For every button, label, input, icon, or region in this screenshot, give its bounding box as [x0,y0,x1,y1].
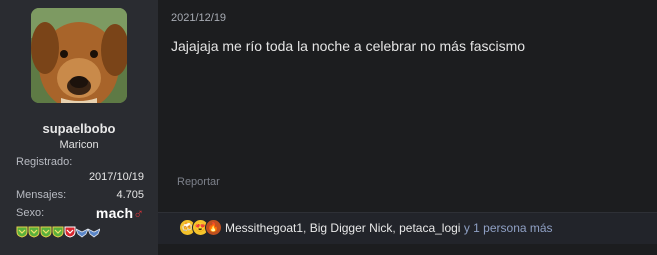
avatar[interactable] [31,8,127,103]
messages-label: Mensajes: [16,189,67,201]
reaction-users: Messithegoat1, Big Digger Nick, petaca_l… [225,221,553,235]
reactions-bar: 🍻 😍 🔥 Messithegoat1, Big Digger Nick, pe… [158,212,657,244]
reaction-more-link[interactable]: y 1 persona más [464,221,553,235]
username[interactable]: supaelbobo [0,121,158,136]
fire-icon: 🔥 [205,219,222,236]
shield-red-badge-icon [64,226,76,238]
forum-post: supaelbobo Maricon Registrado: 2017/10/1… [0,0,657,255]
wings-blue-badge-icon [88,228,100,238]
registered-value: 2017/10/19 [88,171,144,183]
user-badges [16,226,100,238]
reaction-icons[interactable]: 🍻 😍 🔥 [179,219,222,236]
user-title: Maricon [59,139,99,151]
sex-value-text: mach [95,205,134,221]
post-date[interactable]: 2021/12/19 [171,12,226,24]
post-message: Jajajaja me río toda la noche a celebrar… [171,38,526,54]
registered-label: Registrado: [16,156,73,168]
reaction-user-2[interactable]: Big Digger Nick [310,221,393,235]
sex-value: mach♂ [96,205,144,221]
sex-label: Sexo: [16,207,45,219]
reaction-user-3[interactable]: petaca_logi [399,221,460,235]
report-link[interactable]: Reportar [177,176,220,188]
shield-green-badge-icon [52,226,64,238]
shield-green-badge-icon [40,226,52,238]
dog-avatar-image [31,8,127,103]
reaction-user-1[interactable]: Messithegoat1 [225,221,303,235]
user-info-panel: supaelbobo Maricon Registrado: 2017/10/1… [0,0,158,255]
male-symbol-icon: ♂ [133,205,144,221]
shield-green-badge-icon [16,226,28,238]
shield-green-badge-icon [28,226,40,238]
messages-value: 4.705 [116,189,144,201]
wings-blue-badge-icon [76,228,88,238]
